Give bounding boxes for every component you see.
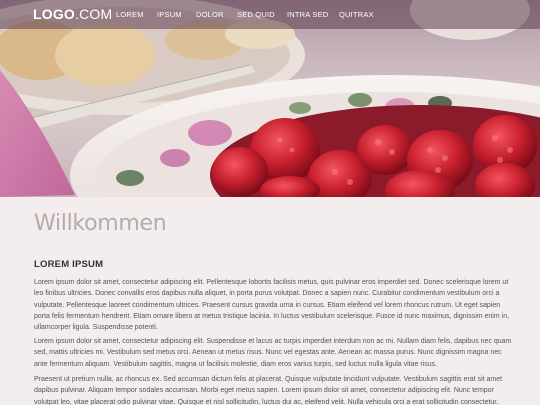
page-title: Willkommen (34, 211, 167, 236)
paragraph-1: Lorem ipsum dolor sit amet, consectetur … (34, 279, 510, 332)
section-heading: LOREM IPSUM (34, 259, 104, 270)
nav-link-ipsum[interactable]: IPSUM (157, 10, 182, 19)
hero-photo-illustration (0, 0, 540, 197)
main-content: Willkommen LOREM IPSUM Lorem ipsum dolor… (0, 197, 540, 405)
hero-image (0, 0, 540, 197)
nav-link-sed-quid[interactable]: SED QUID (237, 10, 275, 19)
site-logo[interactable]: LOGO.COM (33, 6, 112, 22)
nav-link-dolor[interactable]: DOLOR (196, 10, 224, 19)
logo-bold-text: LOGO (33, 6, 76, 22)
logo-domain-text: .COM (75, 6, 113, 22)
nav-link-lorem[interactable]: LOREM (116, 10, 144, 19)
nav-link-intra-sed[interactable]: INTRA SED (287, 10, 328, 19)
nav-link-quitrax[interactable]: QUITRAX (339, 10, 374, 19)
paragraph-3: Praesent ut pretium nulla, ac rhoncus ex… (34, 376, 503, 405)
paragraph-2: Lorem ipsum dolor sit amet, consectetur … (34, 338, 512, 368)
top-navbar: LOGO.COM LOREM IPSUM DOLOR SED QUID INTR… (0, 0, 540, 29)
